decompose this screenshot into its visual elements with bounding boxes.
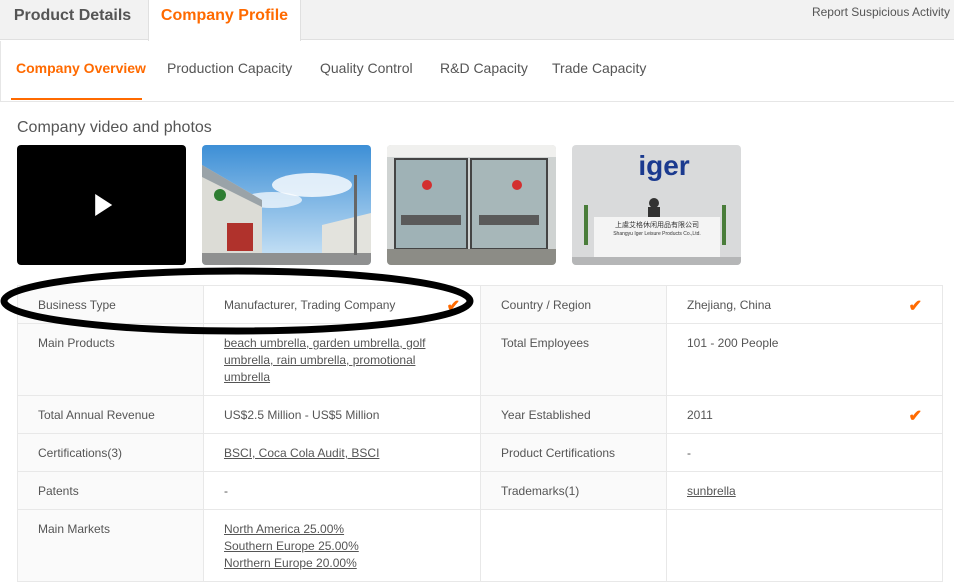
certifications-label: Certifications(3) bbox=[17, 433, 204, 472]
main-products-link[interactable]: beach umbrella, garden umbrella, golf um… bbox=[224, 336, 425, 384]
year-established-value: 2011 ✔ bbox=[666, 395, 943, 434]
market-link[interactable]: North America 25.00% bbox=[224, 521, 460, 538]
verified-check-icon: ✔ bbox=[908, 298, 922, 315]
reception-photo-thumbnail[interactable]: iger 上虞艾格休闲用品有限公司 Shangyu Iger Leisure P… bbox=[572, 145, 741, 265]
country-region-label: Country / Region bbox=[480, 285, 667, 324]
iger-logo-text: iger bbox=[638, 150, 689, 181]
product-certifications-value: - bbox=[666, 433, 943, 472]
tab-company-profile[interactable]: Company Profile bbox=[148, 0, 301, 41]
verified-check-icon: ✔ bbox=[446, 298, 460, 315]
trademarks-label: Trademarks(1) bbox=[480, 471, 667, 510]
annual-revenue-value: US$2.5 Million - US$5 Million bbox=[203, 395, 481, 434]
factory-photo-thumbnail[interactable] bbox=[202, 145, 371, 265]
company-video-thumbnail[interactable] bbox=[17, 145, 186, 265]
table-row: Main Markets North America 25.00% Southe… bbox=[17, 509, 943, 582]
tab-product-details[interactable]: Product Details bbox=[0, 0, 145, 40]
annual-revenue-label: Total Annual Revenue bbox=[17, 395, 204, 434]
trademark-link[interactable]: sunbrella bbox=[687, 484, 736, 498]
main-products-label: Main Products bbox=[17, 323, 204, 396]
market-link[interactable]: Southern Europe 25.00% bbox=[224, 538, 460, 555]
subnav-production-capacity[interactable]: Production Capacity bbox=[167, 60, 292, 76]
empty-cell bbox=[480, 509, 667, 582]
table-row: Certifications(3) BSCI, Coca Cola Audit,… bbox=[17, 433, 943, 472]
year-established-label: Year Established bbox=[480, 395, 667, 434]
product-certifications-label: Product Certifications bbox=[480, 433, 667, 472]
sub-nav: Company Overview Production Capacity Qua… bbox=[0, 41, 954, 102]
office-photo bbox=[387, 145, 556, 265]
certifications-link[interactable]: BSCI, Coca Cola Audit, BSCI bbox=[224, 446, 379, 460]
total-employees-label: Total Employees bbox=[480, 323, 667, 396]
play-icon[interactable] bbox=[94, 194, 112, 216]
reception-sign-en: Shangyu Iger Leisure Products Co.,Ltd. bbox=[613, 231, 701, 237]
company-info-table: Business Type Manufacturer, Trading Comp… bbox=[17, 285, 943, 582]
main-products-value: beach umbrella, garden umbrella, golf um… bbox=[203, 323, 481, 396]
subnav-company-overview[interactable]: Company Overview bbox=[16, 60, 146, 76]
subnav-trade-capacity[interactable]: Trade Capacity bbox=[552, 60, 646, 76]
trademarks-value: sunbrella bbox=[666, 471, 943, 510]
report-suspicious-activity-link[interactable]: Report Suspicious Activity bbox=[812, 5, 950, 19]
office-photo-thumbnail[interactable] bbox=[387, 145, 556, 265]
patents-label: Patents bbox=[17, 471, 204, 510]
patents-value: - bbox=[203, 471, 481, 510]
business-type-value: Manufacturer, Trading Company ✔ bbox=[203, 285, 481, 324]
business-type-label: Business Type bbox=[17, 285, 204, 324]
reception-sign-cn: 上虞艾格休闲用品有限公司 bbox=[615, 220, 699, 229]
verified-check-icon: ✔ bbox=[908, 408, 922, 425]
subnav-rd-capacity[interactable]: R&D Capacity bbox=[440, 60, 528, 76]
empty-cell bbox=[666, 509, 943, 582]
table-row: Total Annual Revenue US$2.5 Million - US… bbox=[17, 395, 943, 434]
active-tab-underline bbox=[11, 98, 142, 100]
total-employees-value: 101 - 200 People bbox=[666, 323, 943, 396]
top-tab-bar: Product Details Company Profile Report S… bbox=[0, 0, 954, 41]
table-row: Patents - Trademarks(1) sunbrella bbox=[17, 471, 943, 510]
subnav-quality-control[interactable]: Quality Control bbox=[320, 60, 413, 76]
country-region-value: Zhejiang, China ✔ bbox=[666, 285, 943, 324]
reception-photo: iger 上虞艾格休闲用品有限公司 Shangyu Iger Leisure P… bbox=[572, 145, 741, 265]
table-row: Business Type Manufacturer, Trading Comp… bbox=[17, 285, 943, 324]
main-markets-value: North America 25.00% Southern Europe 25.… bbox=[203, 509, 481, 582]
table-row: Main Products beach umbrella, garden umb… bbox=[17, 323, 943, 396]
market-link[interactable]: Northern Europe 20.00% bbox=[224, 555, 460, 572]
factory-photo bbox=[202, 145, 371, 265]
media-section-title: Company video and photos bbox=[17, 119, 212, 136]
main-markets-label: Main Markets bbox=[17, 509, 204, 582]
certifications-value: BSCI, Coca Cola Audit, BSCI bbox=[203, 433, 481, 472]
